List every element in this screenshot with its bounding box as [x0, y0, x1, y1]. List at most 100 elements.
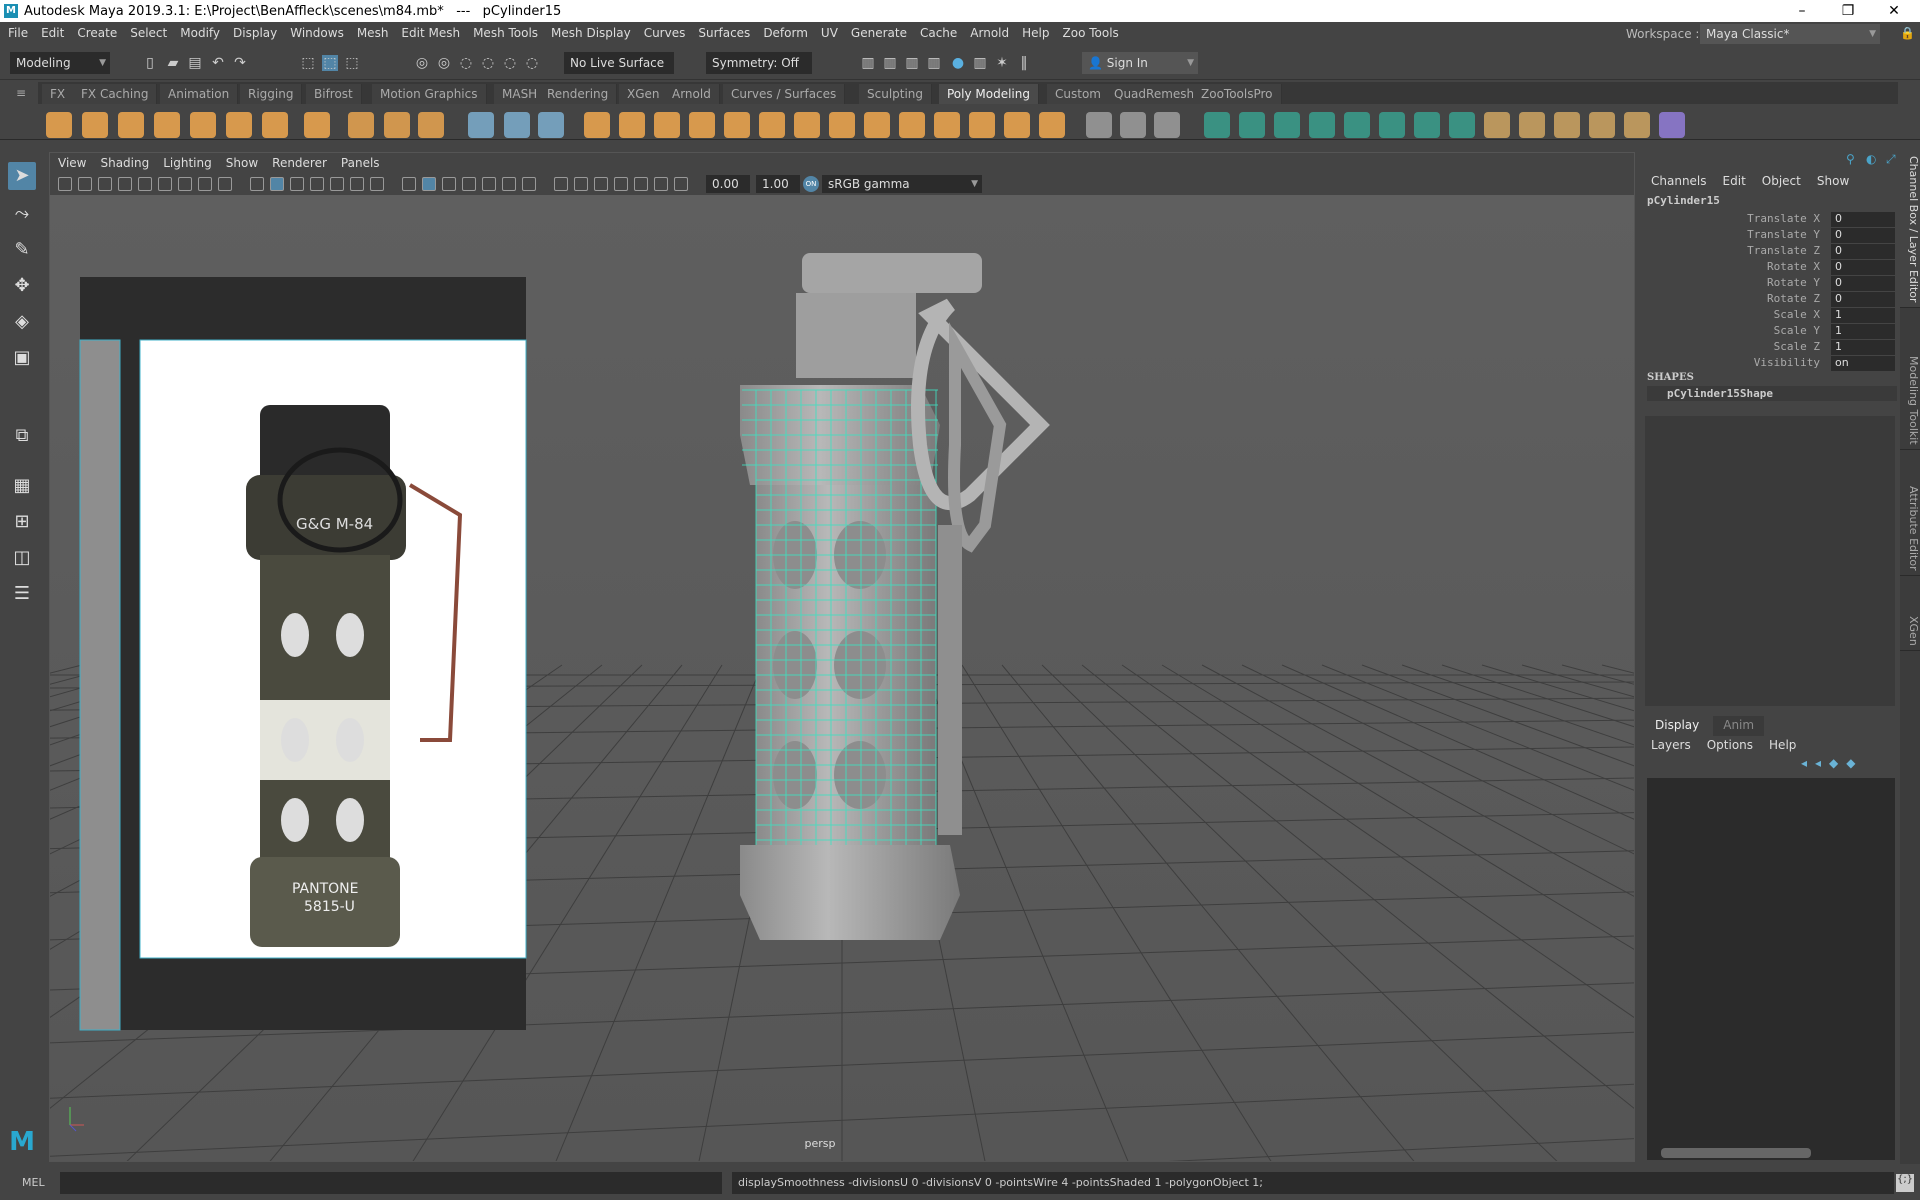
shelf-tab-fx[interactable]: FX: [42, 84, 75, 104]
shelf-tool-icon[interactable]: [1086, 112, 1112, 138]
command-input[interactable]: [60, 1172, 722, 1194]
status-tool-icon[interactable]: ◎: [436, 55, 452, 71]
shelf-tab-rendering[interactable]: Rendering: [539, 84, 618, 104]
attribute-row[interactable]: Scale Z 1: [1641, 340, 1900, 356]
shelf-tool-icon[interactable]: [724, 112, 750, 138]
panel-tool-icon[interactable]: [554, 177, 568, 191]
panel-tool-icon[interactable]: [370, 177, 384, 191]
menu-create[interactable]: Create: [77, 26, 117, 40]
close-button[interactable]: ✕: [1874, 0, 1914, 22]
status-tool-icon[interactable]: ▥: [860, 55, 876, 71]
shelf-tool-icon[interactable]: [538, 112, 564, 138]
shelf-tool-icon[interactable]: [934, 112, 960, 138]
status-tool-icon[interactable]: ▥: [926, 55, 942, 71]
shelf-tool-icon[interactable]: [619, 112, 645, 138]
shelf-tool-icon[interactable]: [1659, 112, 1685, 138]
exposure-field[interactable]: 0.00: [706, 175, 750, 193]
shelf-tool-icon[interactable]: [794, 112, 820, 138]
scrollbar-thumb[interactable]: [1661, 1148, 1811, 1158]
attribute-value[interactable]: on: [1831, 356, 1895, 371]
command-language[interactable]: MEL: [22, 1176, 45, 1189]
shelf-tab-bifrost[interactable]: Bifrost: [306, 84, 362, 104]
panel-tool-icon[interactable]: [118, 177, 132, 191]
layer-action-icons[interactable]: ◂◂◆◆: [1801, 756, 1864, 770]
status-tool-icon[interactable]: ▥: [882, 55, 898, 71]
panel-tool-icon[interactable]: [218, 177, 232, 191]
four-pane-layout-icon[interactable]: ⊞: [8, 508, 36, 536]
shelf-tool-icon[interactable]: [190, 112, 216, 138]
panel-menu-view[interactable]: View: [58, 156, 86, 170]
shelf-tool-icon[interactable]: [1449, 112, 1475, 138]
menu-arnold[interactable]: Arnold: [970, 26, 1009, 40]
panel-tool-icon[interactable]: [178, 177, 192, 191]
soft-select-icon[interactable]: ⧉: [8, 422, 36, 450]
shelf-tool-icon[interactable]: [262, 112, 288, 138]
shelf-tab-sculpting[interactable]: Sculpting: [859, 84, 933, 104]
attribute-value[interactable]: 0: [1831, 276, 1895, 291]
restore-button[interactable]: ❐: [1828, 0, 1868, 22]
menu-generate[interactable]: Generate: [851, 26, 907, 40]
shelf-menu-icon[interactable]: ≡: [16, 86, 26, 100]
shelf-tab-fx-caching[interactable]: FX Caching: [73, 84, 158, 104]
status-tool-icon[interactable]: ⬚: [344, 55, 360, 71]
status-tool-icon[interactable]: ↷: [232, 55, 248, 71]
menu-windows[interactable]: Windows: [290, 26, 344, 40]
attribute-value[interactable]: 1: [1831, 308, 1895, 323]
panel-tool-icon[interactable]: [442, 177, 456, 191]
status-tool-icon[interactable]: ◌: [502, 55, 518, 71]
shelf-tab-curves-surfaces[interactable]: Curves / Surfaces: [723, 84, 846, 104]
shelf-tool-icon[interactable]: [468, 112, 494, 138]
attribute-row[interactable]: Visibility on: [1641, 356, 1900, 372]
symmetry-field[interactable]: Symmetry: Off: [706, 52, 812, 74]
panel-tool-icon[interactable]: [198, 177, 212, 191]
panel-tool-icon[interactable]: [634, 177, 648, 191]
side-tab-modeling-toolkit[interactable]: Modeling Toolkit: [1900, 352, 1920, 450]
shelf-tool-icon[interactable]: [1204, 112, 1230, 138]
menu-help[interactable]: Help: [1022, 26, 1049, 40]
layer-scrollbar[interactable]: [1647, 1148, 1895, 1160]
panel-tool-icon[interactable]: [330, 177, 344, 191]
side-tab-channel-box-layer-editor[interactable]: Channel Box / Layer Editor: [1900, 152, 1920, 308]
status-tool-icon[interactable]: ▰: [165, 55, 181, 71]
panel-tool-icon[interactable]: [290, 177, 304, 191]
channel-menu-edit[interactable]: Edit: [1723, 174, 1746, 188]
panel-tool-icon[interactable]: [270, 177, 284, 191]
attribute-row[interactable]: Scale X 1: [1641, 308, 1900, 324]
shelf-tool-icon[interactable]: [1589, 112, 1615, 138]
panel-tool-icon[interactable]: [78, 177, 92, 191]
shelf-tool-icon[interactable]: [584, 112, 610, 138]
attribute-value[interactable]: 0: [1831, 260, 1895, 275]
panel-tool-icon[interactable]: [502, 177, 516, 191]
attribute-value[interactable]: 1: [1831, 324, 1895, 339]
attribute-value[interactable]: 0: [1831, 244, 1895, 259]
menu-uv[interactable]: UV: [821, 26, 838, 40]
panel-menu-lighting[interactable]: Lighting: [163, 156, 212, 170]
status-tool-icon[interactable]: ◌: [524, 55, 540, 71]
menu-file[interactable]: File: [8, 26, 28, 40]
sign-in-button[interactable]: 👤 Sign In ▼: [1082, 52, 1198, 74]
shelf-tab-zootoolspro[interactable]: ZooToolsPro: [1193, 84, 1282, 104]
shelf-tool-icon[interactable]: [226, 112, 252, 138]
panel-menu-shading[interactable]: Shading: [100, 156, 149, 170]
shelf-tool-icon[interactable]: [1344, 112, 1370, 138]
shelf-tool-icon[interactable]: [1414, 112, 1440, 138]
shape-row[interactable]: pCylinder15Shape: [1647, 386, 1897, 401]
shelf-tool-icon[interactable]: [1624, 112, 1650, 138]
panel-menu-show[interactable]: Show: [226, 156, 258, 170]
attribute-value[interactable]: 0: [1831, 228, 1895, 243]
mode-selector[interactable]: Modeling ▼: [10, 52, 110, 74]
attribute-row[interactable]: Rotate Z 0: [1641, 292, 1900, 308]
status-tool-icon[interactable]: ▥: [972, 55, 988, 71]
status-tool-icon[interactable]: ⬚: [300, 55, 316, 71]
layer-tab-display[interactable]: Display: [1645, 716, 1710, 736]
shelf-tab-rigging[interactable]: Rigging: [240, 84, 303, 104]
panel-tool-icon[interactable]: [422, 177, 436, 191]
shelf-tool-icon[interactable]: [654, 112, 680, 138]
tool-settings-toggle-icon[interactable]: ⤢: [1886, 152, 1896, 167]
attribute-value[interactable]: 0: [1831, 212, 1895, 227]
panel-tool-icon[interactable]: [522, 177, 536, 191]
panel-tool-icon[interactable]: [310, 177, 324, 191]
shelf-tool-icon[interactable]: [1484, 112, 1510, 138]
shelf-tool-icon[interactable]: [1554, 112, 1580, 138]
script-editor-icon[interactable]: {;}: [1896, 1174, 1914, 1192]
